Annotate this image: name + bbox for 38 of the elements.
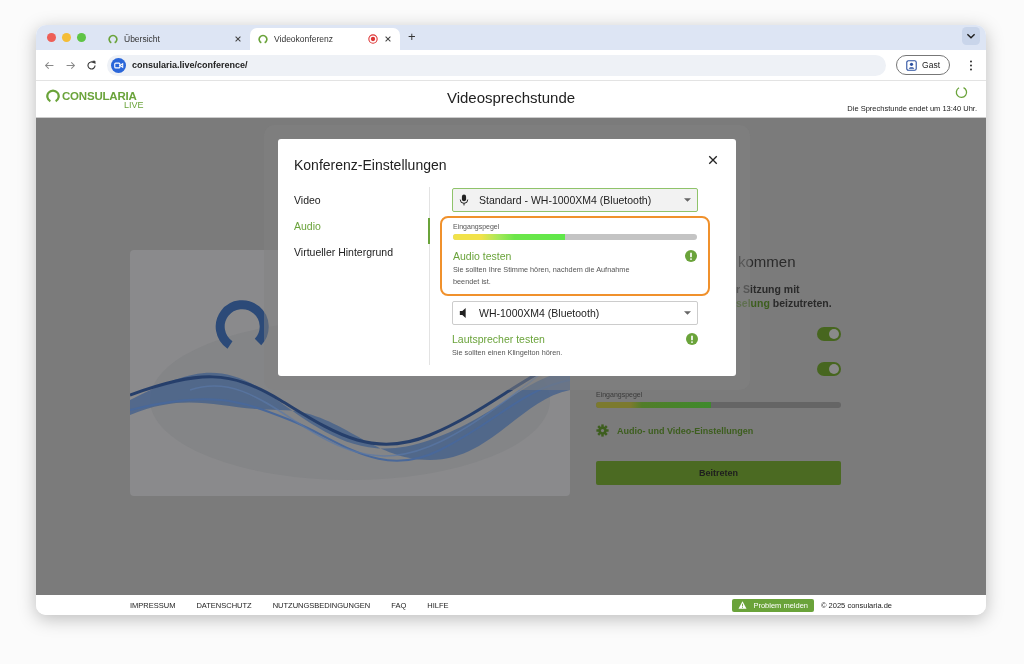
speaker-icon (459, 307, 469, 319)
close-icon[interactable] (384, 35, 392, 43)
close-window-button[interactable] (47, 33, 56, 42)
ring-icon (258, 34, 268, 44)
page-title: Videosprechstunde (446, 89, 576, 106)
close-icon[interactable] (234, 35, 242, 43)
forward-arrow-icon[interactable] (65, 59, 76, 71)
caret-icon (684, 311, 691, 315)
microphone-icon (459, 194, 469, 206)
close-icon[interactable] (708, 155, 718, 165)
toggle-switch[interactable] (817, 327, 841, 341)
dialog-title: Konferenz-Einstellungen (294, 157, 447, 173)
browser-tab[interactable]: Videokonferenz (250, 28, 400, 50)
microphone-select[interactable]: Standard - WH-1000XM4 (Bluetooth) (452, 188, 698, 212)
dialog-nav-item[interactable]: Video (294, 192, 430, 218)
logo-subtitle: LIVE (124, 100, 145, 110)
video-camera-icon (111, 57, 126, 73)
caret-icon (684, 198, 691, 202)
toggle-switch[interactable] (817, 362, 841, 376)
warning-icon (738, 601, 748, 609)
address-bar[interactable]: consularia.live/conference/ (107, 54, 887, 76)
welcome-heading: kommen (738, 252, 796, 272)
menu-icon[interactable] (969, 59, 973, 71)
logo-text: CONSULARIA (62, 89, 137, 102)
back-arrow-icon[interactable] (44, 59, 55, 71)
browser-tab[interactable]: Übersicht (100, 28, 250, 50)
speaker-select[interactable]: WH-1000XM4 (Bluetooth) (452, 301, 698, 325)
logo-icon (46, 88, 60, 103)
ring-icon (108, 34, 118, 44)
chevron-down-icon[interactable] (962, 26, 980, 45)
gear-icon (596, 424, 609, 437)
loading-spinner-icon (955, 85, 968, 99)
new-tab-button[interactable]: + (400, 28, 424, 47)
exclamation-icon (686, 333, 698, 345)
reload-icon[interactable] (86, 59, 97, 71)
exclamation-icon (685, 250, 697, 262)
profile-icon (906, 59, 918, 71)
dialog-nav-item[interactable]: Virtueller Hintergrund (294, 244, 430, 270)
